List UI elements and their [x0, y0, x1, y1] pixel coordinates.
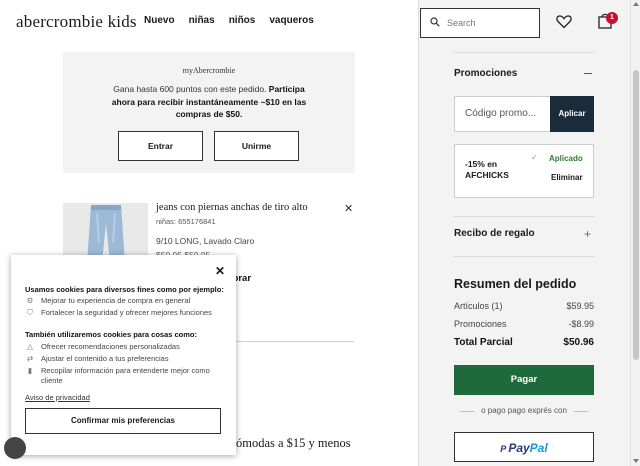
summary-row-subtotal: Total Parcial $50.96 [454, 337, 594, 348]
product-image[interactable] [63, 203, 148, 263]
promo-code-input[interactable]: Código promo... [454, 96, 550, 132]
scroll-up-icon[interactable] [633, 2, 639, 6]
cookie-purpose-text: Ajustar el contenido a tus preferencias [41, 354, 169, 363]
cookie-purpose-item: ▮ Recopilar información para entenderte m… [25, 366, 225, 386]
cookie-purpose-text: Ofrecer recomendaciones personalizadas [41, 342, 180, 351]
heart-glyph [556, 15, 572, 29]
scroll-down-icon[interactable] [633, 459, 639, 463]
search-input[interactable] [447, 15, 535, 31]
analytics-icon: ▮ [27, 366, 33, 375]
panel-divider [454, 256, 594, 257]
cookie-heading-primary: Usamos cookies para diversos fines como … [25, 285, 224, 294]
promotions-title[interactable]: Promociones [454, 68, 517, 79]
applied-promo-code: -15% en AFCHICKS [465, 159, 509, 180]
cookie-purpose-item: ⚙ Mejorar tu experiencia de compra en gen… [25, 296, 225, 306]
cookie-purpose-item: ⇄ Ajustar el contenido a tus preferencias [25, 354, 225, 364]
wishlist-icon[interactable] [556, 14, 572, 34]
paypal-label-pay: Pay [508, 441, 530, 455]
applied-status: Aplicado [549, 154, 583, 163]
cookie-purpose-text: Mejorar tu experiencia de compra en gene… [41, 296, 191, 305]
panel-divider [454, 52, 594, 53]
main-nav: Nuevo niñas niños vaqueros [144, 15, 314, 26]
apply-promo-button[interactable]: Aplicar [550, 96, 594, 132]
summary-label: Artículos (1) [454, 301, 503, 311]
applied-promo-card: -15% en AFCHICKS ✓ Aplicado Eliminar [454, 144, 594, 198]
paypal-icon: P [500, 444, 507, 454]
nav-item-ninos[interactable]: niños [229, 15, 256, 26]
recommend-icon: △ [27, 342, 33, 351]
site-logo[interactable]: abercrombie kids [16, 12, 137, 32]
nav-item-nuevo[interactable]: Nuevo [144, 15, 175, 26]
gear-icon: ⚙ [26, 296, 34, 305]
summary-row-promotions: Promociones -$8.99 [454, 319, 594, 329]
cookie-heading-secondary: También utilizaremos cookies para cosas … [25, 330, 198, 339]
scrollbar-thumb[interactable] [633, 70, 639, 360]
expand-plus-icon[interactable]: + [584, 228, 591, 240]
jeans-image [87, 205, 125, 263]
express-checkout-label: o pago pago exprés con [454, 406, 594, 415]
section-title: ómodas a $15 y menos [236, 436, 351, 450]
join-button[interactable]: Unirme [214, 131, 299, 161]
checkout-pay-button[interactable]: Pagar [454, 365, 594, 395]
cookie-purpose-item: △ Ofrecer recomendaciones personalizadas [25, 342, 225, 352]
check-icon: ✓ [531, 153, 538, 162]
checkout-page: abercrombie kids Nuevo niñas niños vaque… [0, 0, 640, 466]
site-header: abercrombie kids Nuevo niñas niños vaque… [0, 0, 420, 46]
summary-value: $50.96 [563, 337, 594, 348]
product-title[interactable]: jeans con piernas anchas de tiro alto [156, 202, 308, 213]
loyalty-text-plain: Gana hasta 600 puntos con este pedido. [113, 84, 269, 94]
login-button[interactable]: Entrar [118, 131, 203, 161]
summary-label: Total Parcial [454, 337, 513, 348]
nav-item-vaqueros[interactable]: vaqueros [269, 15, 313, 26]
panel-divider [454, 216, 594, 217]
search-icon [430, 17, 440, 27]
product-size-color: 9/10 LONG, Lavado Claro [156, 236, 255, 246]
cookie-purpose-item: ⛉ Fortalecer la seguridad y ofrecer mejor… [25, 308, 225, 318]
close-icon[interactable]: ✕ [215, 264, 225, 278]
privacy-notice-link[interactable]: Aviso de privacidad [25, 393, 90, 402]
remove-promo-button[interactable]: Eliminar [551, 173, 583, 182]
bag-count-badge: 1 [606, 12, 618, 24]
summary-value: $59.95 [566, 301, 594, 311]
gift-receipt-label[interactable]: Recibo de regalo [454, 228, 535, 239]
loyalty-banner: myAbercrombie Gana hasta 600 puntos con … [63, 52, 355, 173]
confirm-preferences-button[interactable]: Confirmar mis preferencias [25, 408, 221, 434]
collapse-icon[interactable] [584, 73, 592, 74]
loyalty-logo: myAbercrombie [182, 66, 236, 75]
cookie-consent-modal: ✕ Usamos cookies para diversos fines com… [11, 255, 236, 455]
summary-value: -$8.99 [568, 319, 594, 329]
content-divider [236, 341, 354, 342]
remove-item-icon[interactable]: ✕ [344, 202, 353, 215]
cookie-purpose-text: Recopilar información para entenderte me… [41, 366, 210, 385]
product-sku: niñas: 655176841 [156, 217, 216, 226]
shield-icon: ⛉ [27, 308, 33, 317]
adjust-icon: ⇄ [26, 354, 34, 363]
chat-icon[interactable] [4, 437, 26, 459]
order-summary-title: Resumen del pedido [454, 277, 577, 291]
paypal-label-pal: Pal [529, 441, 548, 455]
cookie-purpose-text: Fortalecer la seguridad y ofrecer mejore… [41, 308, 212, 317]
loyalty-text: Gana hasta 600 puntos con este pedido. P… [105, 83, 313, 121]
nav-item-ninas[interactable]: niñas [189, 15, 215, 26]
page-scrollbar[interactable] [630, 0, 640, 466]
paypal-button[interactable]: P PayPal [454, 432, 594, 462]
search-field[interactable] [420, 8, 540, 38]
summary-label: Promociones [454, 319, 507, 329]
summary-row-items: Artículos (1) $59.95 [454, 301, 594, 311]
